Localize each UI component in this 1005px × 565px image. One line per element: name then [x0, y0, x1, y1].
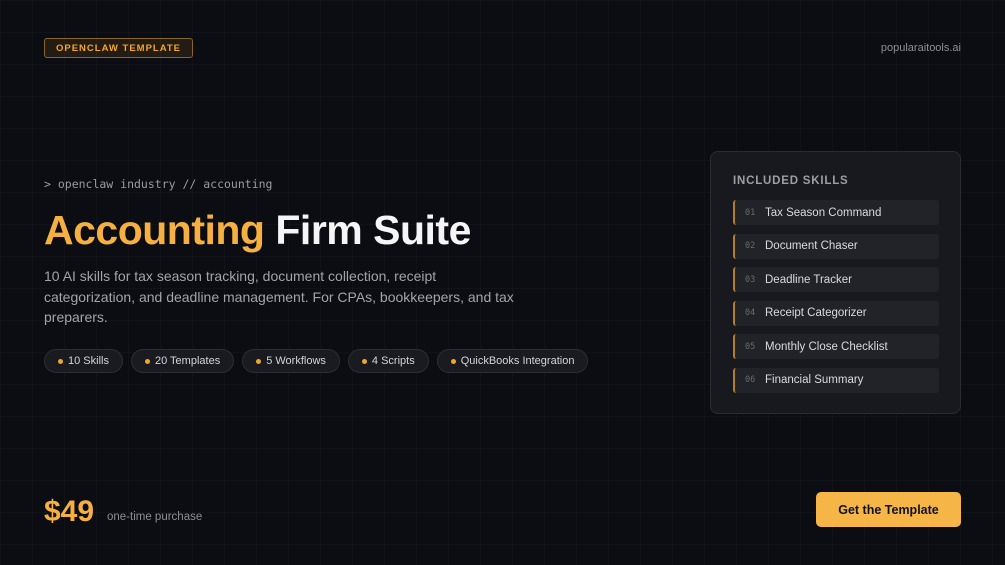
tag-label: 10 Skills	[68, 355, 109, 367]
site-name: popularaitools.ai	[880, 42, 961, 54]
skill-number: 04	[745, 308, 756, 318]
bullet-dot-icon	[450, 358, 456, 364]
included-skills-panel: INCLUDED SKILLS 01 Tax Season Command 02 D…	[710, 151, 961, 414]
skill-label: Document Chaser	[765, 240, 858, 252]
tag-label: 4 Scripts	[371, 355, 415, 367]
bullet-dot-icon	[144, 358, 150, 364]
skill-number: 03	[745, 274, 756, 285]
tag-quickbooks: QuickBooks Integration	[436, 349, 589, 373]
bullet-dot-icon	[256, 358, 262, 364]
skill-item: 02 Document Chaser	[733, 233, 939, 259]
title-rest: Firm Suite	[275, 207, 471, 253]
panel-title: INCLUDED SKILLS	[733, 175, 849, 187]
skill-item: 03 Deadline Tracker	[733, 267, 939, 292]
command-line: > openclaw industry // accounting	[44, 177, 273, 191]
skill-number: 05	[745, 341, 756, 352]
bullet-dot-icon	[58, 358, 63, 364]
skill-label: Monthly Close Checklist	[765, 340, 888, 353]
tag-label: 5 Workflows	[266, 355, 326, 367]
skill-number: 01	[745, 207, 756, 218]
price: $49	[44, 495, 95, 528]
skill-item: 06 Financial Summary	[733, 367, 939, 393]
skill-item: 01 Tax Season Command	[733, 200, 939, 225]
skill-label: Tax Season Command	[765, 206, 882, 219]
tag-skills: 10 Skills	[44, 349, 123, 373]
tag-label: 20 Templates	[154, 355, 221, 367]
template-badge: OPENCLAW TEMPLATE	[44, 38, 194, 58]
skill-item: 05 Monthly Close Checklist	[733, 334, 939, 359]
skill-number: 02	[745, 241, 756, 251]
skill-label: Receipt Categorizer	[765, 307, 867, 319]
title-accent: Accounting	[44, 207, 265, 253]
tag-workflows: 5 Workflows	[242, 349, 340, 373]
get-template-button[interactable]: Get the Template	[816, 492, 961, 527]
page-title: Accounting Firm Suite	[44, 206, 471, 254]
bullet-dot-icon	[361, 358, 367, 364]
tag-label: QuickBooks Integration	[460, 355, 575, 367]
feature-tags: 10 Skills 20 Templates 5 Workflows 4 Scr…	[44, 349, 589, 373]
skill-label: Financial Summary	[765, 374, 864, 386]
skill-label: Deadline Tracker	[765, 273, 852, 286]
tag-scripts: 4 Scripts	[347, 349, 429, 373]
skill-item: 04 Receipt Categorizer	[733, 300, 939, 326]
price-note: one-time purchase	[107, 511, 203, 523]
description: 10 AI skills for tax season tracking, do…	[44, 268, 514, 325]
skills-list: 01 Tax Season Command 02 Document Chaser 0…	[733, 200, 939, 401]
skill-number: 06	[745, 375, 756, 385]
tag-templates: 20 Templates	[130, 349, 235, 373]
